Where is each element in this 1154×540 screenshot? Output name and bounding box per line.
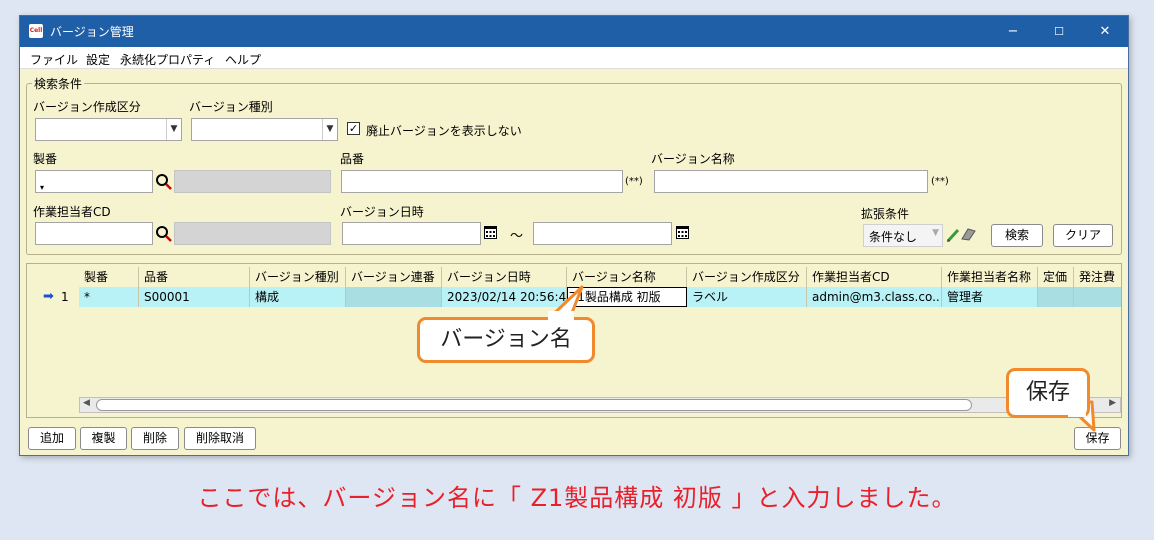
delete-button[interactable]: 削除 bbox=[131, 427, 179, 450]
ext-cond-label: 拡張条件 bbox=[861, 207, 910, 221]
seiban-input[interactable]: ▾ bbox=[35, 170, 153, 193]
menu-settings[interactable]: 設定 bbox=[86, 51, 110, 68]
table-cell[interactable] bbox=[1038, 287, 1074, 307]
table-cell[interactable]: * bbox=[79, 287, 139, 307]
column-header[interactable]: 定価 bbox=[1038, 267, 1074, 287]
close-button[interactable]: ✕ bbox=[1082, 16, 1128, 47]
seiban-label: 製番 bbox=[33, 152, 58, 166]
worker-name-display bbox=[174, 222, 331, 245]
search-conditions-legend: 検索条件 bbox=[32, 75, 85, 92]
minimize-button[interactable]: − bbox=[990, 16, 1036, 47]
seiban-name-display bbox=[174, 170, 331, 193]
add-button[interactable]: 追加 bbox=[28, 427, 76, 450]
column-header[interactable]: バージョン日時 bbox=[442, 267, 567, 287]
calendar-icon[interactable] bbox=[484, 226, 497, 239]
version-type-select[interactable]: ▼ bbox=[191, 118, 338, 141]
horizontal-scrollbar[interactable]: ◀ ▶ bbox=[79, 397, 1121, 413]
column-header[interactable]: 発注費 bbox=[1074, 267, 1121, 287]
small-dropdown-icon: ▾ bbox=[40, 183, 45, 192]
window-title: バージョン管理 bbox=[50, 25, 134, 39]
search-button[interactable]: 検索 bbox=[991, 224, 1043, 247]
hide-obsolete-checkbox[interactable]: ✓ bbox=[347, 122, 360, 135]
version-datetime-label: バージョン日時 bbox=[340, 205, 424, 219]
hinban-label: 品番 bbox=[340, 152, 365, 166]
hinban-wildcard-hint: (**) bbox=[625, 176, 643, 187]
range-tilde: ～ bbox=[510, 229, 524, 244]
copy-button[interactable]: 複製 bbox=[80, 427, 127, 450]
version-name-input[interactable] bbox=[654, 170, 928, 193]
hinban-input[interactable] bbox=[341, 170, 623, 193]
menu-file[interactable]: ファイル bbox=[30, 51, 78, 68]
hide-obsolete-label: 廃止バージョンを表示しない bbox=[366, 124, 522, 138]
undelete-button[interactable]: 削除取消 bbox=[184, 427, 256, 450]
column-header[interactable]: 作業担当者名称 bbox=[942, 267, 1038, 287]
column-header[interactable]: 品番 bbox=[139, 267, 250, 287]
worker-cd-input[interactable] bbox=[35, 222, 153, 245]
scrollbar-thumb[interactable] bbox=[96, 399, 972, 411]
title-bar[interactable]: Cell バージョン管理 − ☐ ✕ bbox=[20, 16, 1128, 47]
callout-joint bbox=[548, 311, 574, 321]
callout-joint bbox=[1068, 411, 1086, 417]
calendar-icon[interactable] bbox=[676, 226, 689, 239]
version-datetime-to-input[interactable] bbox=[533, 222, 672, 245]
row-number: 1 bbox=[61, 290, 69, 304]
row-arrow-icon: ➡ bbox=[43, 289, 54, 304]
app-icon: Cell bbox=[29, 24, 43, 38]
version-datetime-from-input[interactable] bbox=[342, 222, 481, 245]
eraser-icon[interactable] bbox=[960, 227, 976, 241]
version-name-label: バージョン名称 bbox=[651, 152, 735, 166]
column-header[interactable]: 作業担当者CD bbox=[807, 267, 942, 287]
column-header[interactable]: バージョン名称 bbox=[567, 267, 687, 287]
table-cell[interactable]: S00001 bbox=[139, 287, 250, 307]
ext-cond-select[interactable]: 条件なし ▼ bbox=[863, 224, 943, 247]
version-create-type-label: バージョン作成区分 bbox=[33, 100, 141, 114]
search-icon[interactable] bbox=[155, 225, 172, 242]
menu-persistence-properties[interactable]: 永続化プロパティ bbox=[120, 51, 215, 68]
worker-cd-label: 作業担当者CD bbox=[33, 205, 111, 219]
chevron-down-icon: ▼ bbox=[166, 119, 181, 140]
menu-bar: ファイル 設定 永続化プロパティ ヘルプ bbox=[20, 47, 1128, 69]
version-create-type-select[interactable]: ▼ bbox=[35, 118, 182, 141]
version-type-label: バージョン種別 bbox=[189, 100, 273, 114]
caption-text: ここでは、バージョン名に「 Z1製品構成 初版 」と入力しました。 bbox=[197, 484, 957, 512]
version-name-wildcard-hint: (**) bbox=[931, 176, 949, 187]
chevron-down-icon: ▼ bbox=[932, 228, 939, 238]
column-header[interactable]: 製番 bbox=[79, 267, 139, 287]
scroll-right-icon[interactable]: ▶ bbox=[1109, 398, 1116, 408]
column-header[interactable]: バージョン作成区分 bbox=[687, 267, 807, 287]
table-cell[interactable] bbox=[1074, 287, 1121, 307]
clear-button[interactable]: クリア bbox=[1053, 224, 1113, 247]
maximize-button[interactable]: ☐ bbox=[1036, 16, 1082, 47]
column-header[interactable]: バージョン連番 bbox=[346, 267, 442, 287]
table-cell[interactable]: ラベル bbox=[687, 287, 807, 307]
pencil-icon[interactable] bbox=[946, 227, 960, 243]
ext-cond-value: 条件なし bbox=[869, 230, 918, 244]
scroll-left-icon[interactable]: ◀ bbox=[83, 398, 90, 408]
table-cell[interactable]: 構成 bbox=[250, 287, 346, 307]
app-window: Cell バージョン管理 − ☐ ✕ ファイル 設定 永続化プロパティ ヘルプ … bbox=[19, 15, 1129, 456]
chevron-down-icon: ▼ bbox=[322, 119, 337, 140]
table-cell[interactable]: admin@m3.class.co... bbox=[807, 287, 942, 307]
table-row[interactable]: * S00001 構成 2023/02/14 20:56:42 Z1製品構成 初… bbox=[79, 287, 1121, 307]
menu-help[interactable]: ヘルプ bbox=[225, 51, 261, 68]
column-header[interactable]: バージョン種別 bbox=[250, 267, 346, 287]
version-name-callout: バージョン名 bbox=[417, 317, 595, 363]
table-cell[interactable] bbox=[346, 287, 442, 307]
search-icon[interactable] bbox=[155, 173, 172, 190]
table-cell[interactable]: 管理者 bbox=[942, 287, 1038, 307]
